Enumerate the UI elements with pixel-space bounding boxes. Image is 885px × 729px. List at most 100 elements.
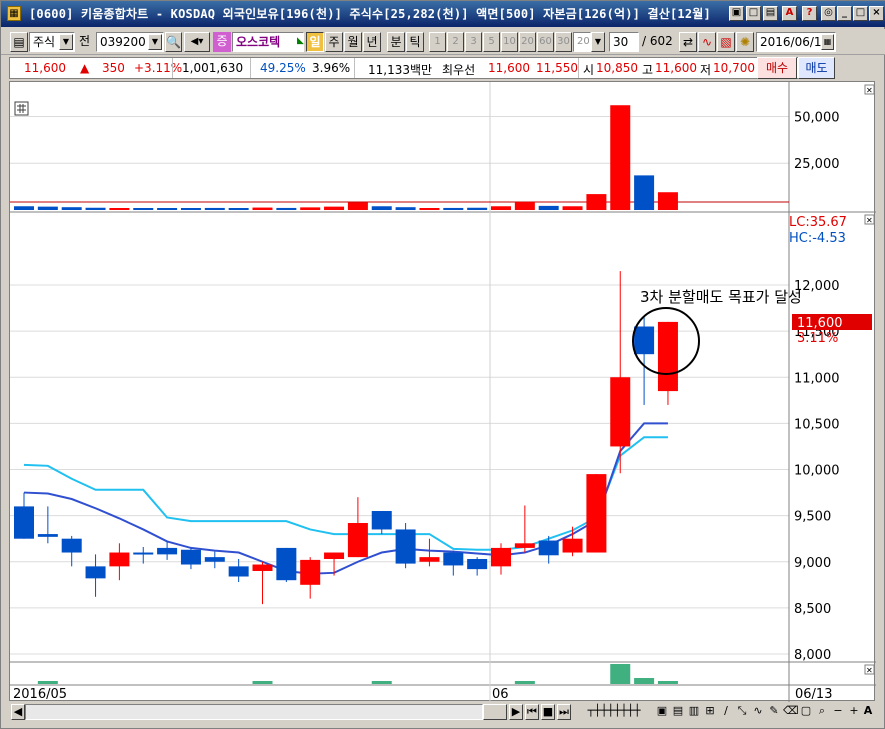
interval-60[interactable]: 60 [537, 32, 554, 52]
zoom-in-icon[interactable]: + [847, 704, 861, 720]
draw-line-icon[interactable]: ∕ [719, 704, 733, 720]
window-icon[interactable]: □ [746, 6, 761, 21]
interval-2[interactable]: 2 [447, 32, 464, 52]
period-year[interactable]: 년 [363, 32, 381, 52]
chart-settings-icon[interactable]: ▤ [10, 32, 28, 52]
alert-icon[interactable]: A [782, 6, 797, 21]
price-chart[interactable]: ✕ ✕ ✕ 12,00011,50011,00010,50010,0009,50… [10, 82, 876, 702]
date-value: 2016/06/1 [760, 35, 822, 49]
chart-window: ▦ [0600] 키움종합차트 - KOSDAQ 외국인보유[196(천)] 주… [0, 0, 885, 729]
scroll-left-icon[interactable]: ◀ [11, 704, 25, 720]
candle-body [491, 547, 511, 567]
volume-bar [61, 207, 82, 210]
candle-body [300, 559, 321, 585]
candle-body [180, 549, 201, 565]
interval-20[interactable]: 20 [519, 32, 536, 52]
buy-button[interactable]: 매수 [757, 57, 797, 79]
minimize-button[interactable]: _ [837, 6, 852, 21]
interval-5[interactable]: 5 [483, 32, 500, 52]
draw-diag-icon[interactable]: ⤡ [735, 704, 749, 720]
maximize-button[interactable]: □ [853, 6, 868, 21]
zoom-slider[interactable]: ┬┼┼┼┼┼┼┼ [577, 704, 651, 720]
interval-30[interactable]: 30 [555, 32, 572, 52]
bar-icon[interactable]: ⊞ [703, 704, 717, 720]
tile-icon[interactable]: ▤ [763, 6, 778, 21]
interval-10[interactable]: 10 [501, 32, 518, 52]
candle-body [276, 547, 297, 581]
trend-icon[interactable]: ∿ [698, 32, 716, 52]
turnover-rate: 3.96% [312, 61, 351, 75]
last-price-value: 11,600 [797, 316, 843, 331]
close-button[interactable]: × [869, 6, 884, 21]
open-price: 10,850 [596, 61, 638, 75]
speaker-icon[interactable]: ◀▾ [184, 32, 210, 52]
best-ask: 11,600 [488, 61, 530, 75]
interval-1[interactable]: 1 [429, 32, 446, 52]
candle-body [37, 534, 58, 537]
lc-label: LC:35.67 [789, 215, 847, 230]
volume-bar [491, 206, 511, 210]
candle-body [204, 557, 225, 562]
candlesticks [14, 271, 678, 605]
divider [172, 58, 173, 78]
chevron-down-icon[interactable]: ▼ [148, 34, 162, 50]
stop-icon[interactable]: ■ [541, 704, 555, 720]
calendar-icon[interactable]: ▦ [821, 34, 834, 50]
interval-custom[interactable]: 20 [573, 32, 591, 52]
candle-body [443, 552, 464, 566]
search-icon[interactable]: 🔍 [165, 32, 182, 52]
list-icon[interactable]: ▥ [687, 704, 701, 720]
table-icon[interactable] [14, 101, 29, 116]
overlay-icon[interactable]: ▣ [655, 704, 669, 720]
chart-image-icon[interactable]: ▧ [717, 32, 735, 52]
chart-area[interactable]: ✕ ✕ ✕ 12,000 11,500 11,000 10,500 10,000 9,50… [9, 81, 876, 702]
period-tick[interactable]: 틱 [406, 32, 424, 52]
chevron-down-icon[interactable]: ▼ [591, 32, 605, 52]
x-label-may: 2016/05 [13, 687, 67, 702]
help-icon[interactable]: ? [802, 6, 817, 21]
y-tick-label: 10,000 [794, 464, 840, 479]
interval-3[interactable]: 3 [465, 32, 482, 52]
zoom-out-icon[interactable]: − [831, 704, 845, 720]
gear-icon[interactable]: ✺ [736, 32, 754, 52]
period-minute[interactable]: 분 [387, 32, 405, 52]
play-icon[interactable]: ▶ [509, 704, 523, 720]
y-tick-label: 9,000 [794, 556, 831, 571]
scroll-track[interactable] [25, 704, 483, 720]
display-count-input[interactable]: 30 [609, 32, 639, 52]
rewind-icon[interactable]: ⏮ [525, 704, 539, 720]
market-type-select[interactable]: 주식 ▼ [29, 32, 75, 52]
period-week[interactable]: 주 [325, 32, 343, 52]
arrows-icon[interactable]: ⇄ [679, 32, 697, 52]
find-icon[interactable]: ◎ [821, 6, 836, 21]
stock-code-input[interactable]: 039200 ▼ [96, 32, 164, 52]
scroll-thumb[interactable] [483, 704, 507, 720]
chevron-down-icon[interactable]: ▼ [59, 34, 73, 50]
best-bid: 11,550 [536, 61, 578, 75]
volume-bar [228, 208, 249, 210]
candle-body [419, 557, 440, 562]
compare-icon[interactable]: ▤ [671, 704, 685, 720]
date-input[interactable]: 2016/06/1 ▦ [756, 32, 836, 52]
pen-icon[interactable]: ✎ [767, 704, 781, 720]
candle-body [538, 540, 559, 556]
divider [578, 58, 579, 78]
period-month[interactable]: 월 [344, 32, 362, 52]
link-window-icon[interactable]: ▣ [729, 6, 744, 21]
box-icon[interactable]: ▢ [799, 704, 813, 720]
forward-icon[interactable]: ⏭ [557, 704, 571, 720]
volume-bar [14, 206, 34, 210]
volume-bar [300, 207, 321, 210]
volume-bar [133, 208, 154, 210]
divider [250, 58, 251, 78]
text-icon[interactable]: A [861, 704, 875, 720]
sell-button[interactable]: 매도 [798, 57, 835, 79]
candle-body [14, 506, 34, 539]
candle-body [228, 566, 249, 577]
eraser-icon[interactable]: ⌫ [783, 704, 799, 720]
candle-body [395, 529, 416, 564]
magnifier-icon[interactable]: ⌕ [815, 704, 829, 720]
period-day[interactable]: 일 [306, 32, 324, 52]
draw-curve-icon[interactable]: ∿ [751, 704, 765, 720]
volume-bar [85, 207, 106, 210]
